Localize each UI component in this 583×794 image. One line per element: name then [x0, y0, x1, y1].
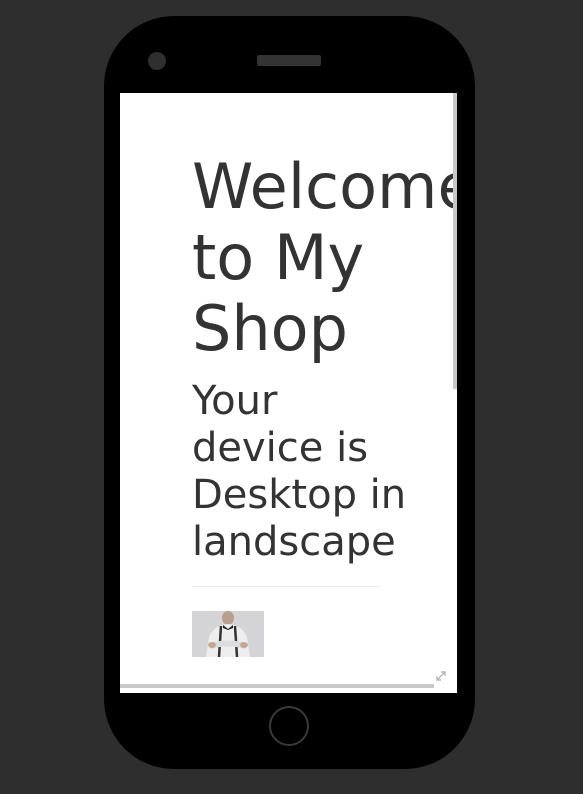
divider: [192, 586, 380, 587]
home-button-icon[interactable]: [269, 706, 309, 746]
device-orientation-text: Your device is Desktop in landscape: [192, 378, 407, 565]
resize-diagonal-icon[interactable]: [434, 669, 448, 683]
page-title: Welcome to My Shop: [192, 150, 453, 365]
speaker-grille: [257, 55, 321, 66]
product-thumbnail[interactable]: [192, 611, 264, 657]
vertical-scrollbar[interactable]: [453, 93, 457, 389]
page-viewport[interactable]: Welcome to My Shop Your device is Deskto…: [120, 93, 453, 688]
man-in-suspenders-photo: [192, 611, 264, 657]
camera-icon: [148, 52, 166, 70]
horizontal-scrollbar[interactable]: [120, 684, 434, 688]
page-content: Welcome to My Shop Your device is Deskto…: [192, 151, 453, 657]
phone-screen: Welcome to My Shop Your device is Deskto…: [120, 93, 457, 693]
